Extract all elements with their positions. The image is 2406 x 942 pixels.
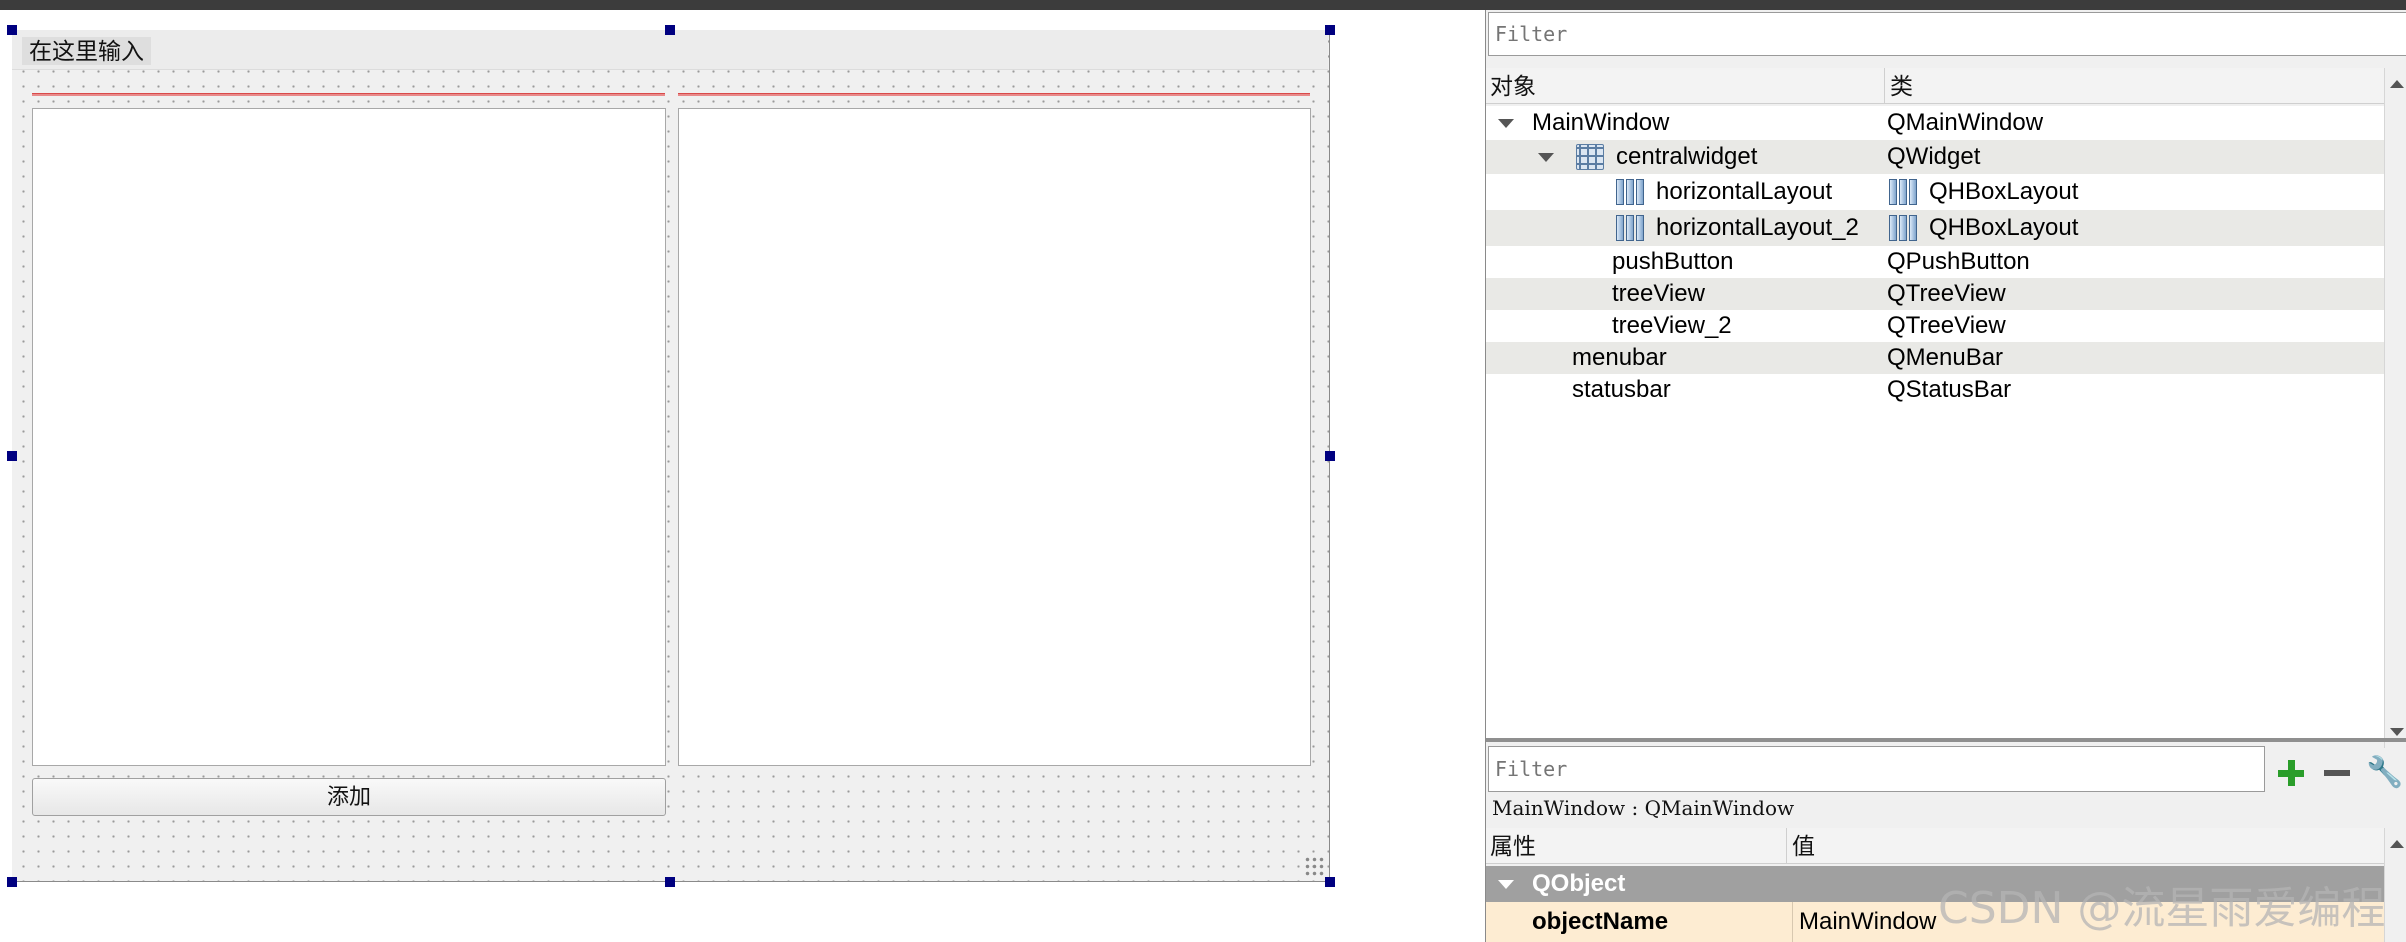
selection-handle-top[interactable] [665, 25, 675, 35]
object-name: horizontalLayout [1656, 178, 1833, 205]
tree-row-horizontallayout-2[interactable]: horizontalLayout_2 QHBoxLayout [1486, 210, 2384, 246]
horizontal-layout-indicator [32, 93, 665, 96]
object-tree[interactable]: MainWindow QMainWindow centralwidget QWi… [1486, 106, 2384, 738]
scroll-up-icon[interactable] [2390, 840, 2404, 848]
property-table-header: 属性 值 [1486, 828, 2384, 864]
object-class: QMenuBar [1887, 344, 2004, 371]
object-class: QWidget [1887, 143, 1981, 170]
title-bar-strip [0, 0, 2406, 10]
tree-row-menubar[interactable]: menubar QMenuBar [1486, 342, 2384, 374]
object-name: centralwidget [1616, 143, 1758, 170]
plus-icon-vertical [2288, 760, 2295, 786]
selection-handle-bottom-left[interactable] [7, 877, 17, 887]
object-class: QStatusBar [1887, 376, 2012, 403]
selection-handle-bottom[interactable] [665, 877, 675, 887]
object-filter-input[interactable] [1488, 12, 2406, 56]
selection-handle-top-right[interactable] [1325, 25, 1335, 35]
hbox-layout-icon [1889, 179, 1917, 205]
configure-button[interactable]: 🔧 [2362, 752, 2404, 794]
horizontal-layout-2-indicator [678, 93, 1310, 96]
property-filter-input[interactable] [1488, 746, 2265, 792]
add-push-button[interactable]: 添加 [32, 778, 666, 816]
hbox-layout-icon [1616, 179, 1644, 205]
tree-row-treeview[interactable]: treeView QTreeView [1486, 278, 2384, 310]
group-label: QObject [1532, 870, 1626, 897]
tree-row-pushbutton[interactable]: pushButton QPushButton [1486, 246, 2384, 278]
scroll-up-icon[interactable] [2390, 80, 2404, 88]
object-class: QTreeView [1887, 280, 2006, 307]
selection-handle-top-left[interactable] [7, 25, 17, 35]
remove-dynamic-property-button[interactable] [2316, 752, 2358, 794]
object-name: treeView_2 [1612, 312, 1732, 339]
tree-row-horizontallayout[interactable]: horizontalLayout QHBoxLayout [1486, 174, 2384, 210]
resize-grip-icon[interactable] [1304, 856, 1326, 878]
property-name: objectName [1532, 908, 1669, 935]
selected-object-caption: MainWindow : QMainWindow [1492, 796, 1795, 820]
minus-icon [2324, 770, 2350, 776]
scroll-down-icon[interactable] [2390, 728, 2404, 736]
object-name: MainWindow [1532, 109, 1670, 136]
selection-handle-bottom-right[interactable] [1325, 877, 1335, 887]
object-class: QHBoxLayout [1929, 178, 2079, 205]
add-dynamic-property-button[interactable] [2270, 752, 2312, 794]
object-class: QHBoxLayout [1929, 214, 2079, 241]
property-value[interactable]: MainWindow [1792, 902, 1936, 942]
object-class: QTreeView [1887, 312, 2006, 339]
header-value[interactable]: 值 [1786, 828, 1815, 864]
object-class: QMainWindow [1887, 109, 2044, 136]
panel-splitter[interactable] [1486, 738, 2406, 742]
wrench-icon: 🔧 [2366, 756, 2404, 789]
object-tree-header: 对象 类 [1486, 68, 2384, 104]
property-scrollbar[interactable] [2384, 828, 2406, 942]
menu-type-here-item[interactable]: 在这里输入 [22, 37, 151, 65]
object-name: statusbar [1572, 376, 1671, 403]
tree-row-treeview-2[interactable]: treeView_2 QTreeView [1486, 310, 2384, 342]
designer-form[interactable]: 在这里输入 添加 [12, 30, 1330, 882]
hbox-layout-icon [1616, 215, 1644, 241]
object-name: horizontalLayout_2 [1656, 214, 1859, 241]
selection-handle-right[interactable] [1325, 451, 1335, 461]
inspector-panel: 对象 类 MainWindow QMainWindow centralwidge… [1485, 10, 2406, 942]
tree-row-centralwidget[interactable]: centralwidget QWidget [1486, 140, 2384, 174]
hbox-layout-icon [1889, 215, 1917, 241]
object-tree-scrollbar[interactable] [2384, 68, 2406, 748]
csdn-watermark: CSDN @流星雨爱编程 [1938, 883, 2386, 934]
expand-arrow-icon[interactable] [1538, 153, 1554, 162]
header-property[interactable]: 属性 [1490, 828, 1536, 864]
form-menubar[interactable]: 在这里输入 [12, 30, 1328, 70]
header-object[interactable]: 对象 [1490, 68, 1536, 104]
object-class: QPushButton [1887, 248, 2030, 275]
object-name: treeView [1612, 280, 1705, 307]
object-name: pushButton [1612, 248, 1734, 275]
tree-view[interactable] [32, 108, 666, 766]
tree-row-statusbar[interactable]: statusbar QStatusBar [1486, 374, 2384, 406]
tree-view-2[interactable] [678, 108, 1311, 766]
grid-layout-icon [1576, 144, 1604, 170]
expand-arrow-icon[interactable] [1498, 119, 1514, 128]
selection-handle-left[interactable] [7, 451, 17, 461]
expand-arrow-icon[interactable] [1498, 880, 1514, 889]
object-name: menubar [1572, 344, 1667, 371]
header-class[interactable]: 类 [1884, 68, 1913, 104]
tree-row-mainwindow[interactable]: MainWindow QMainWindow [1486, 106, 2384, 140]
